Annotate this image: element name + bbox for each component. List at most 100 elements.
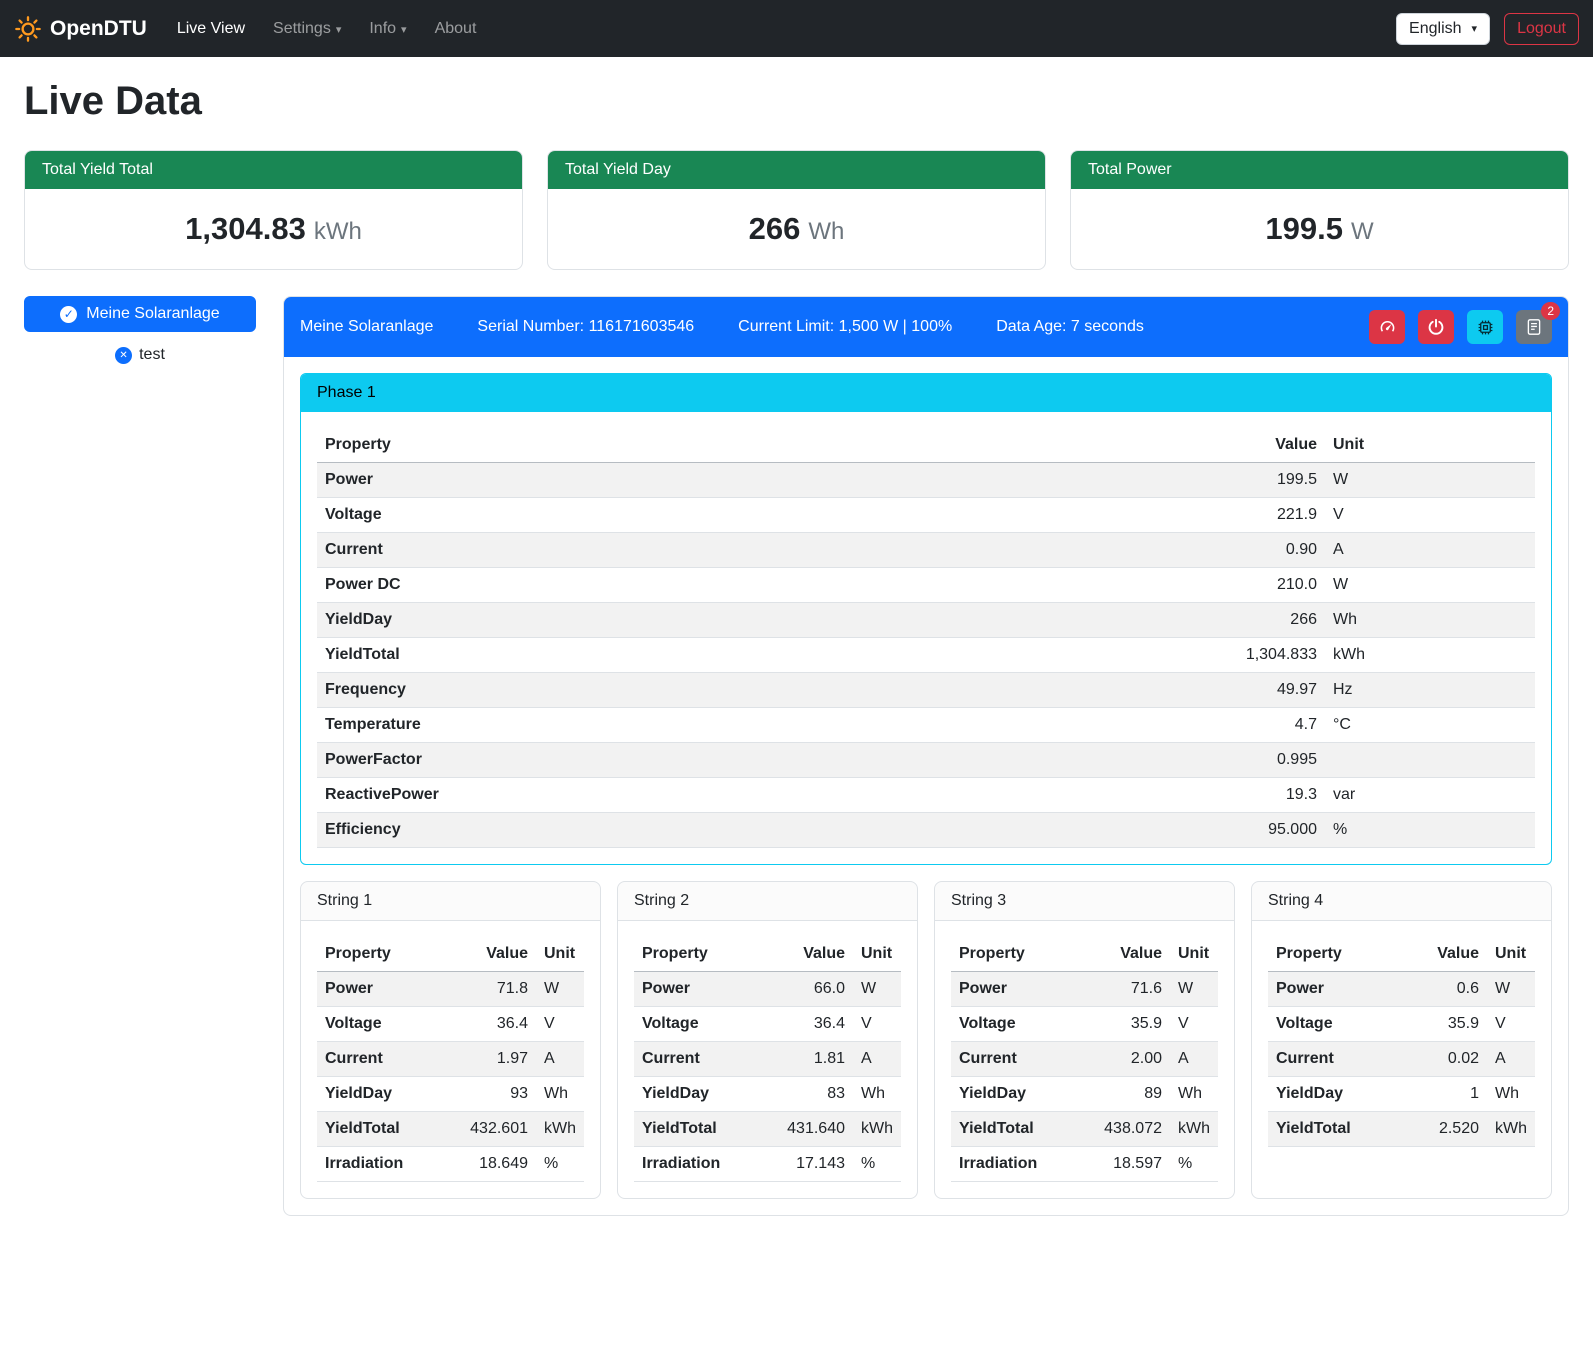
table-row: YieldDay 83 Wh — [634, 1077, 901, 1112]
row-value: 4.7 — [1195, 708, 1325, 743]
row-unit: Wh — [1325, 603, 1535, 638]
test-link-label: test — [139, 346, 165, 364]
table-row: Voltage 35.9 V — [1268, 1007, 1535, 1042]
table-row: Voltage 35.9 V — [951, 1007, 1218, 1042]
brand-label: OpenDTU — [50, 17, 147, 41]
string-card-2: String 2 Property Value Unit — [617, 881, 918, 1199]
row-unit: % — [1325, 813, 1535, 848]
string-table-head: Property Value Unit — [317, 937, 584, 972]
table-row: YieldDay 1 Wh — [1268, 1077, 1535, 1112]
row-property: Current — [1268, 1042, 1409, 1077]
row-unit: A — [1487, 1042, 1535, 1077]
row-unit: A — [1170, 1042, 1218, 1077]
row-property: Current — [317, 1042, 458, 1077]
string-card-body: Property Value Unit Power 0.6 W — [1252, 921, 1551, 1163]
column-header-property: Property — [317, 937, 458, 972]
column-header-unit: Unit — [853, 937, 901, 972]
table-row: Power 71.6 W — [951, 972, 1218, 1007]
nav-links: Live View Settings ▾ Info ▾ About — [165, 12, 1396, 46]
row-value: 432.601 — [458, 1112, 536, 1147]
row-unit: W — [1325, 568, 1535, 603]
table-row: Efficiency 95.000 % — [317, 813, 1535, 848]
row-property: YieldDay — [951, 1077, 1092, 1112]
row-value: 19.3 — [1195, 778, 1325, 813]
row-value: 1,304.833 — [1195, 638, 1325, 673]
device-info-button[interactable] — [1467, 310, 1503, 344]
string-table-head: Property Value Unit — [951, 937, 1218, 972]
row-property: Voltage — [317, 1007, 458, 1042]
row-value: 2.520 — [1409, 1112, 1487, 1147]
row-property: Power — [634, 972, 775, 1007]
row-property: Voltage — [317, 498, 1195, 533]
language-selector[interactable]: English ▾ — [1396, 13, 1490, 45]
summary-value: 1,304.83 — [185, 211, 306, 246]
brand[interactable]: OpenDTU — [14, 15, 147, 43]
column-header-property: Property — [317, 428, 1195, 463]
inverter-sidebar: ✓ Meine Solaranlage ✕ test — [24, 296, 256, 364]
row-property: YieldDay — [634, 1077, 775, 1112]
journal-list-icon — [1525, 318, 1543, 336]
string-card-1: String 1 Property Value Unit — [300, 881, 601, 1199]
table-row: YieldTotal 432.601 kWh — [317, 1112, 584, 1147]
nav-item-about[interactable]: About — [423, 12, 489, 46]
table-row: Power 71.8 W — [317, 972, 584, 1007]
string-table-body: Power 71.6 W Voltage 35.9 V Current 2.00 — [951, 972, 1218, 1182]
column-header-value: Value — [1092, 937, 1170, 972]
power-button[interactable] — [1418, 310, 1454, 344]
language-selected-value: English — [1409, 20, 1461, 38]
nav-item-info[interactable]: Info ▾ — [357, 12, 418, 46]
row-property: Power — [317, 972, 458, 1007]
row-unit: W — [1170, 972, 1218, 1007]
top-navbar: OpenDTU Live View Settings ▾ Info ▾ Abou… — [0, 0, 1593, 57]
string-table-body: Power 71.8 W Voltage 36.4 V Current 1.97 — [317, 972, 584, 1182]
row-property: YieldTotal — [634, 1112, 775, 1147]
string-card-body: Property Value Unit Power 66.0 W — [618, 921, 917, 1198]
logout-button[interactable]: Logout — [1504, 13, 1579, 45]
limit-settings-button[interactable] — [1369, 310, 1405, 344]
table-row: YieldTotal 1,304.833 kWh — [317, 638, 1535, 673]
string-card-3: String 3 Property Value Unit — [934, 881, 1235, 1199]
table-row: YieldTotal 438.072 kWh — [951, 1112, 1218, 1147]
nav-right: English ▾ Logout — [1396, 13, 1579, 45]
table-row: PowerFactor 0.995 — [317, 743, 1535, 778]
row-value: 438.072 — [1092, 1112, 1170, 1147]
row-value: 36.4 — [775, 1007, 853, 1042]
table-header-row: Property Value Unit — [317, 428, 1535, 463]
event-log-button[interactable]: 2 — [1516, 310, 1552, 344]
summary-unit: W — [1351, 218, 1374, 245]
column-header-unit: Unit — [1325, 428, 1535, 463]
row-property: Irradiation — [317, 1147, 458, 1182]
nav-item-label: Info — [369, 20, 396, 38]
row-unit: % — [853, 1147, 901, 1182]
column-header-value: Value — [1195, 428, 1325, 463]
nav-item-label: Live View — [177, 20, 245, 38]
row-property: Voltage — [951, 1007, 1092, 1042]
row-unit: Wh — [536, 1077, 584, 1112]
row-value: 35.9 — [1409, 1007, 1487, 1042]
table-row: YieldTotal 431.640 kWh — [634, 1112, 901, 1147]
row-unit: V — [853, 1007, 901, 1042]
row-value: 93 — [458, 1077, 536, 1112]
summary-card-header: Total Yield Day — [548, 151, 1045, 189]
phase-table-body: Power 199.5 W Voltage 221.9 V Current 0.… — [317, 463, 1535, 848]
table-header-row: Property Value Unit — [1268, 937, 1535, 972]
table-row: Power 199.5 W — [317, 463, 1535, 498]
row-value: 35.9 — [1092, 1007, 1170, 1042]
sidebar-item-test[interactable]: ✕ test — [24, 346, 256, 364]
inverter-select-button[interactable]: ✓ Meine Solaranlage — [24, 296, 256, 332]
nav-item-settings[interactable]: Settings ▾ — [261, 12, 353, 46]
nav-item-label: About — [435, 20, 477, 38]
table-row: Power 66.0 W — [634, 972, 901, 1007]
table-header-row: Property Value Unit — [317, 937, 584, 972]
summary-cards: Total Yield Total 1,304.83kWh Total Yiel… — [24, 150, 1569, 270]
inverter-data-age: Data Age: 7 seconds — [996, 318, 1144, 336]
nav-item-live-view[interactable]: Live View — [165, 12, 257, 46]
row-value: 89 — [1092, 1077, 1170, 1112]
row-value: 18.597 — [1092, 1147, 1170, 1182]
summary-card-total-yield-total: Total Yield Total 1,304.83kWh — [24, 150, 523, 270]
row-unit — [1325, 743, 1535, 778]
inverter-serial: Serial Number: 116171603546 — [477, 318, 694, 336]
inverter-name: Meine Solaranlage — [300, 318, 433, 336]
column-header-property: Property — [951, 937, 1092, 972]
table-row: Irradiation 18.597 % — [951, 1147, 1218, 1182]
